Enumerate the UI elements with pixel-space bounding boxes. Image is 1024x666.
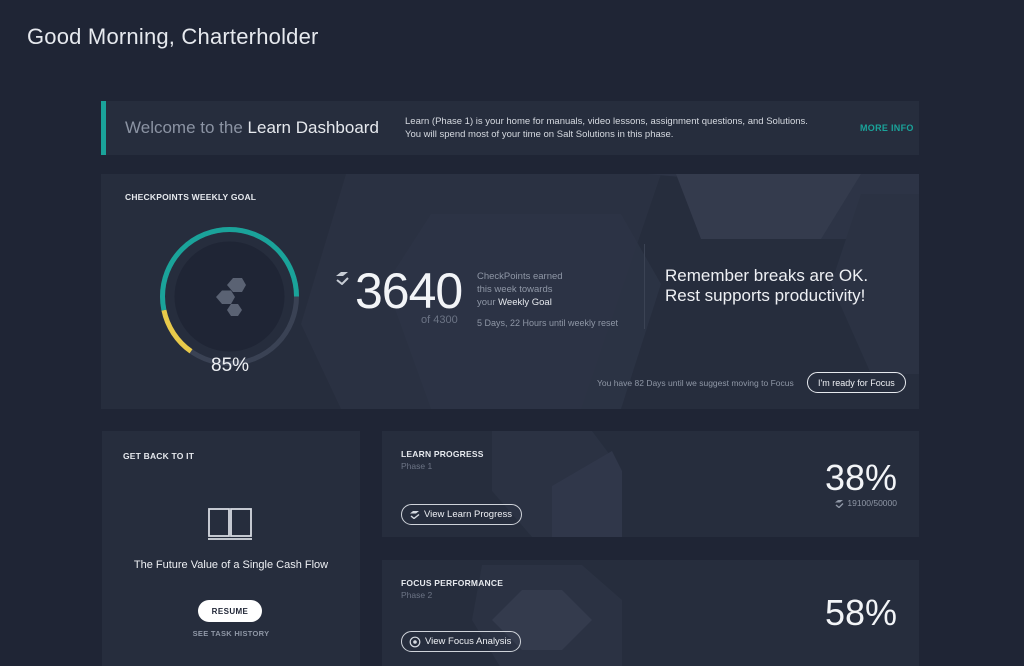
task-history-link[interactable]: SEE TASK HISTORY <box>102 629 360 638</box>
welcome-title-prefix: Welcome to the <box>125 118 248 137</box>
focus-performance-title: FOCUS PERFORMANCE <box>401 578 504 588</box>
checkpoints-desc-line: this week towards <box>477 284 553 295</box>
welcome-description-line: You will spend most of your time on Salt… <box>405 129 674 140</box>
eye-target-icon <box>409 636 421 647</box>
checkpoint-icon <box>410 511 420 519</box>
resume-button[interactable]: RESUME <box>198 600 262 622</box>
motivation-quote: Remember breaks are OK. Rest supports pr… <box>665 266 868 306</box>
learn-progress-phase: Phase 1 <box>401 461 433 471</box>
quote-line: Rest supports productivity! <box>665 286 866 305</box>
checkpoints-description: CheckPoints earned this week towards you… <box>477 270 597 309</box>
learn-progress-percent: 38% <box>824 457 897 498</box>
focus-performance-card: FOCUS PERFORMANCE Phase 2 58% View Focus… <box>382 560 919 666</box>
learn-progress-card: LEARN PROGRESS Phase 1 38% 19100/50000 V… <box>382 431 919 537</box>
get-back-label: GET BACK TO IT <box>123 451 195 461</box>
welcome-title-strong: Learn Dashboard <box>247 118 379 137</box>
learn-progress-count-text: 19100/50000 <box>847 498 897 508</box>
focus-performance-percent: 58% <box>824 592 897 633</box>
more-info-link[interactable]: MORE INFO <box>860 123 914 133</box>
learn-progress-title: LEARN PROGRESS <box>401 449 484 459</box>
checkpoints-desc-line: CheckPoints earned <box>477 271 563 282</box>
weekly-goal-percent: 85% <box>211 355 250 376</box>
welcome-description-line: Learn (Phase 1) is your home for manuals… <box>405 116 808 127</box>
welcome-description: Learn (Phase 1) is your home for manuals… <box>405 115 845 141</box>
book-icon <box>208 508 252 540</box>
greeting-heading: Good Morning, Charterholder <box>27 24 319 49</box>
welcome-banner: Welcome to the Learn Dashboard Learn (Ph… <box>101 101 919 155</box>
view-focus-analysis-label: View Focus Analysis <box>425 636 512 647</box>
focus-countdown-text: You have 82 Days until we suggest moving… <box>597 378 794 388</box>
checkpoints-desc-line: your Weekly Goal <box>477 296 597 309</box>
weekly-goal-text: Weekly Goal <box>498 297 552 308</box>
checkpoints-desc-prefix: your <box>477 297 499 308</box>
weekly-goal-gauge <box>160 227 299 366</box>
weekly-reset-countdown: 5 Days, 22 Hours until weekly reset <box>477 318 619 328</box>
checkpoints-card: CHECKPOINTS WEEKLY GOAL 85% 3640 of 4300… <box>101 174 919 409</box>
checkpoint-icon <box>336 272 349 285</box>
checkpoints-total: of 4300 <box>421 314 458 326</box>
quote-line: Remember breaks are OK. <box>665 266 869 285</box>
focus-performance-phase: Phase 2 <box>401 590 433 600</box>
checkpoints-label: CHECKPOINTS WEEKLY GOAL <box>125 192 257 202</box>
divider <box>644 244 645 329</box>
view-focus-analysis-button[interactable]: View Focus Analysis <box>401 631 522 652</box>
ready-for-focus-button[interactable]: I'm ready for Focus <box>807 372 906 393</box>
view-learn-progress-label: View Learn Progress <box>424 509 513 520</box>
welcome-title: Welcome to the Learn Dashboard <box>125 118 405 138</box>
task-title: The Future Value of a Single Cash Flow <box>133 559 329 571</box>
get-back-card: GET BACK TO IT The Future Value of a Sin… <box>102 431 360 666</box>
learn-progress-count: 19100/50000 <box>834 498 897 508</box>
view-learn-progress-button[interactable]: View Learn Progress <box>401 504 523 525</box>
checkpoints-earned: 3640 <box>355 263 463 319</box>
banner-accent-bar <box>101 101 106 155</box>
checkpoint-icon <box>835 499 844 508</box>
